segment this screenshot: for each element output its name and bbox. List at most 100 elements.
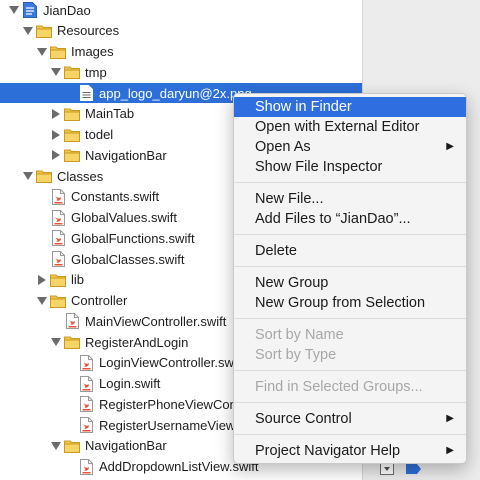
menu-separator: [234, 182, 466, 183]
menu-item-project-navigator-help[interactable]: Project Navigator Help ▶: [234, 441, 466, 461]
swift-file-icon: [50, 230, 66, 247]
menu-separator: [234, 318, 466, 319]
disclosure-open-icon[interactable]: [50, 441, 61, 450]
folder-icon: [64, 147, 80, 163]
menu-item-show-in-finder[interactable]: Show in Finder: [234, 97, 466, 117]
navigator-row-label: MainViewController.swift: [85, 313, 227, 329]
disclosure-closed-icon[interactable]: [51, 108, 60, 119]
disclosure-triangle: [64, 374, 75, 394]
navigator-row-label: MainTab: [85, 106, 135, 122]
navigator-row-label: lib: [71, 272, 85, 288]
disclosure-open-icon[interactable]: [36, 296, 47, 305]
disclosure-triangle[interactable]: [36, 291, 47, 311]
navigator-row[interactable]: Resources: [0, 21, 362, 41]
disclosure-open-icon[interactable]: [22, 172, 33, 180]
folder-icon: [64, 64, 80, 80]
disclosure-triangle[interactable]: [22, 166, 33, 186]
disclosure-closed-icon[interactable]: [37, 274, 46, 285]
navigator-row[interactable]: JianDao: [0, 0, 362, 20]
menu-item-sort-by-name: Sort by Name: [234, 325, 466, 345]
navigator-row-label: Login.swift: [99, 376, 161, 391]
disclosure-triangle: [36, 249, 47, 269]
menu-item-source-control[interactable]: Source Control ▶: [234, 409, 466, 429]
menu-item-label: Project Navigator Help: [255, 443, 401, 459]
disclosure-closed-icon[interactable]: [51, 150, 60, 161]
disclosure-triangle[interactable]: [50, 125, 61, 145]
navigator-row-label: JianDao: [43, 2, 91, 18]
menu-item-label: Source Control: [255, 411, 352, 427]
disclosure-triangle[interactable]: [36, 42, 47, 62]
disclosure-triangle[interactable]: [22, 21, 33, 41]
navigator-row[interactable]: tmp: [0, 62, 362, 82]
disclosure-triangle[interactable]: [8, 0, 19, 20]
menu-item-label: New Group: [255, 275, 329, 291]
filter-icon[interactable]: [380, 462, 394, 480]
disclosure-triangle[interactable]: [36, 270, 47, 290]
navigator-row-label: GlobalFunctions.swift: [71, 230, 195, 246]
folder-icon: [50, 272, 66, 288]
disclosure-triangle: [64, 415, 75, 435]
disclosure-triangle: [36, 208, 47, 228]
menu-item-label: Add Files to “JianDao”...: [255, 211, 411, 227]
menu-item-open-as[interactable]: Open As ▶: [234, 137, 466, 157]
menu-item-label: Sort by Name: [255, 327, 344, 343]
menu-item-label: Show in Finder: [255, 99, 352, 115]
menu-item-label: New Group from Selection: [255, 295, 426, 311]
navigator-row-label: Resources: [57, 23, 120, 39]
menu-item-new-group-from-selection[interactable]: New Group from Selection: [234, 293, 466, 313]
menu-item-label: Find in Selected Groups...: [255, 379, 423, 395]
disclosure-open-icon[interactable]: [8, 6, 19, 14]
breakpoint-tag-icon[interactable]: [406, 462, 422, 480]
navigator-row[interactable]: Images: [0, 42, 362, 62]
menu-item-label: Open As: [255, 139, 311, 155]
navigator-row-label: LoginViewController.swift: [99, 355, 244, 371]
menu-item-open-with-external-editor[interactable]: Open with External Editor: [234, 117, 466, 137]
disclosure-open-icon[interactable]: [50, 338, 61, 346]
folder-icon: [36, 168, 52, 184]
image-file-icon: [78, 85, 94, 101]
disclosure-triangle[interactable]: [50, 62, 61, 82]
xcode-project-icon: [22, 2, 38, 18]
disclosure-open-icon[interactable]: [50, 68, 61, 77]
menu-item-delete[interactable]: Delete: [234, 241, 466, 261]
navigator-row-label: tmp: [85, 64, 107, 80]
disclosure-closed-icon[interactable]: [51, 129, 60, 140]
submenu-arrow-icon: ▶: [446, 445, 454, 456]
menu-item-show-file-inspector[interactable]: Show File Inspector: [234, 157, 466, 177]
disclosure-triangle: [50, 311, 61, 331]
menu-item-add-files-to-jiandao[interactable]: Add Files to “JianDao”...: [234, 209, 466, 229]
context-menu: Show in Finder Open with External Editor O…: [233, 93, 467, 464]
submenu-arrow-icon: ▶: [446, 141, 454, 152]
swift-file-icon: [78, 375, 94, 392]
navigator-row-label: Constants.swift: [71, 189, 160, 205]
navigator-row-label: GlobalValues.swift: [71, 210, 177, 225]
menu-separator: [234, 266, 466, 267]
swift-file-icon: [78, 354, 94, 371]
disclosure-triangle: [64, 83, 75, 103]
disclosure-triangle[interactable]: [50, 104, 61, 124]
disclosure-open-icon[interactable]: [22, 26, 33, 35]
menu-item-new-group[interactable]: New Group: [234, 273, 466, 293]
disclosure-triangle[interactable]: [50, 436, 61, 456]
navigator-row-label: app_logo_daryun@2x.png: [99, 85, 252, 101]
disclosure-triangle: [36, 187, 47, 207]
menu-item-find-in-selected-groups: Find in Selected Groups...: [234, 377, 466, 397]
navigator-row-label: GlobalClasses.swift: [71, 251, 185, 267]
folder-icon: [64, 127, 80, 143]
swift-file-icon: [50, 251, 66, 267]
disclosure-triangle: [36, 228, 47, 248]
swift-file-icon: [50, 209, 66, 226]
menu-separator: [234, 370, 466, 371]
menu-item-label: Show File Inspector: [255, 159, 383, 175]
navigator-row-label: Images: [71, 44, 114, 59]
swift-file-icon: [78, 417, 94, 433]
disclosure-open-icon[interactable]: [36, 47, 47, 56]
disclosure-triangle[interactable]: [50, 332, 61, 352]
disclosure-triangle[interactable]: [50, 145, 61, 165]
folder-icon: [64, 106, 80, 122]
menu-item-new-file[interactable]: New File...: [234, 189, 466, 209]
menu-separator: [234, 234, 466, 235]
folder-icon: [64, 438, 80, 454]
disclosure-triangle: [64, 457, 75, 477]
navigator-row-label: RegisterAndLogin: [85, 334, 189, 350]
